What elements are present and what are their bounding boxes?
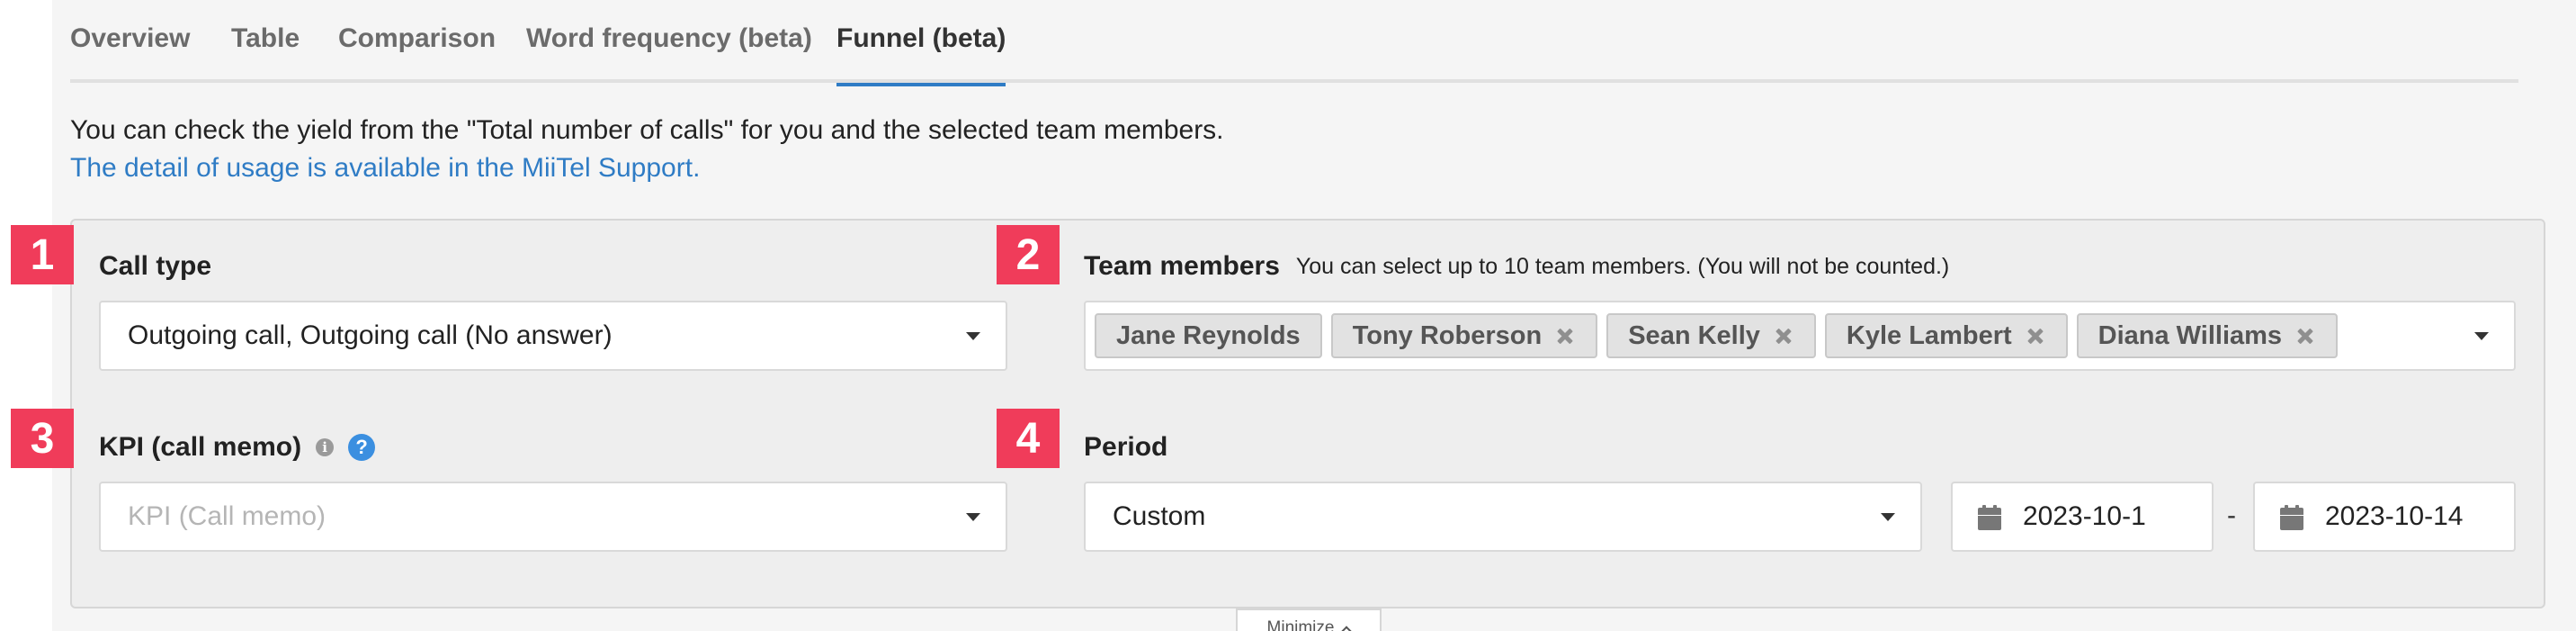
team-member-chip: Kyle Lambert — [1824, 313, 2068, 358]
chevron-down-icon — [966, 513, 980, 521]
chip-label: Sean Kelly — [1628, 320, 1760, 350]
help-icon[interactable]: ? — [348, 434, 376, 461]
end-date-value: 2023-10-14 — [2325, 501, 2464, 531]
chevron-down-icon — [2474, 332, 2489, 340]
kpi-placeholder: KPI (Call memo) — [128, 501, 326, 531]
minimize-button[interactable]: Minimize — [1236, 608, 1382, 631]
team-members-hint: You can select up to 10 team members. (Y… — [1295, 253, 1950, 279]
end-date-input[interactable]: 2023-10-14 — [2253, 482, 2516, 552]
tab-word-frequency[interactable]: Word frequency (beta) — [526, 23, 812, 83]
step-badge-3: 3 — [11, 409, 74, 468]
info-icon[interactable]: i — [316, 438, 335, 456]
step-badge-2: 2 — [997, 225, 1060, 284]
period-select[interactable]: Custom — [1084, 482, 1922, 552]
period-label-text: Period — [1084, 432, 1168, 462]
team-members-label: Team members You can select up to 10 tea… — [1084, 248, 1949, 284]
remove-chip-icon[interactable] — [2025, 325, 2046, 347]
tab-funnel[interactable]: Funnel (beta) — [836, 23, 1006, 86]
chevron-down-icon — [1881, 513, 1895, 521]
chip-label: Kyle Lambert — [1846, 320, 2012, 350]
calendar-icon — [1978, 505, 2001, 530]
call-type-label-text: Call type — [99, 251, 212, 281]
kpi-label-text: KPI (call memo) — [99, 432, 302, 462]
chip-label: Tony Roberson — [1352, 320, 1543, 350]
calendar-icon — [2280, 505, 2303, 530]
team-member-chips: Jane Reynolds Tony Roberson Sean Kelly K… — [1095, 313, 2339, 358]
call-type-label: Call type — [99, 248, 211, 284]
remove-chip-icon[interactable] — [2294, 325, 2316, 347]
remove-chip-icon[interactable] — [1554, 325, 1576, 347]
kpi-label: KPI (call memo) i ? — [99, 429, 376, 465]
remove-chip-icon[interactable] — [1773, 325, 1794, 347]
minimize-label: Minimize — [1266, 618, 1335, 631]
team-member-chip: Sean Kelly — [1606, 313, 1816, 358]
chevron-up-icon — [1341, 626, 1353, 631]
team-members-select[interactable]: Jane Reynolds Tony Roberson Sean Kelly K… — [1084, 301, 2516, 371]
call-type-value: Outgoing call, Outgoing call (No answer) — [128, 320, 613, 350]
call-type-select[interactable]: Outgoing call, Outgoing call (No answer) — [99, 301, 1007, 371]
start-date-input[interactable]: 2023-10-1 — [1951, 482, 2214, 552]
team-member-chip: Tony Roberson — [1330, 313, 1598, 358]
tab-table[interactable]: Table — [231, 23, 300, 83]
kpi-select[interactable]: KPI (Call memo) — [99, 482, 1007, 552]
funnel-description: You can check the yield from the "Total … — [70, 115, 1224, 145]
tab-bar: Overview Table Comparison Word frequency… — [70, 0, 2518, 86]
date-range-separator: - — [2227, 500, 2236, 530]
period-value: Custom — [1113, 501, 1206, 531]
team-members-label-text: Team members — [1084, 251, 1280, 281]
step-badge-1: 1 — [11, 225, 74, 284]
chip-label: Jane Reynolds — [1116, 320, 1301, 350]
team-member-chip: Diana Williams — [2076, 313, 2339, 358]
support-link[interactable]: The detail of usage is available in the … — [70, 153, 700, 184]
start-date-value: 2023-10-1 — [2023, 501, 2146, 531]
step-badge-4: 4 — [997, 409, 1060, 468]
chevron-down-icon — [966, 332, 980, 340]
tab-comparison[interactable]: Comparison — [338, 23, 496, 83]
tab-overview[interactable]: Overview — [70, 23, 190, 83]
team-member-chip: Jane Reynolds — [1095, 313, 1322, 358]
chip-label: Diana Williams — [2097, 320, 2283, 350]
period-label: Period — [1084, 429, 1167, 465]
